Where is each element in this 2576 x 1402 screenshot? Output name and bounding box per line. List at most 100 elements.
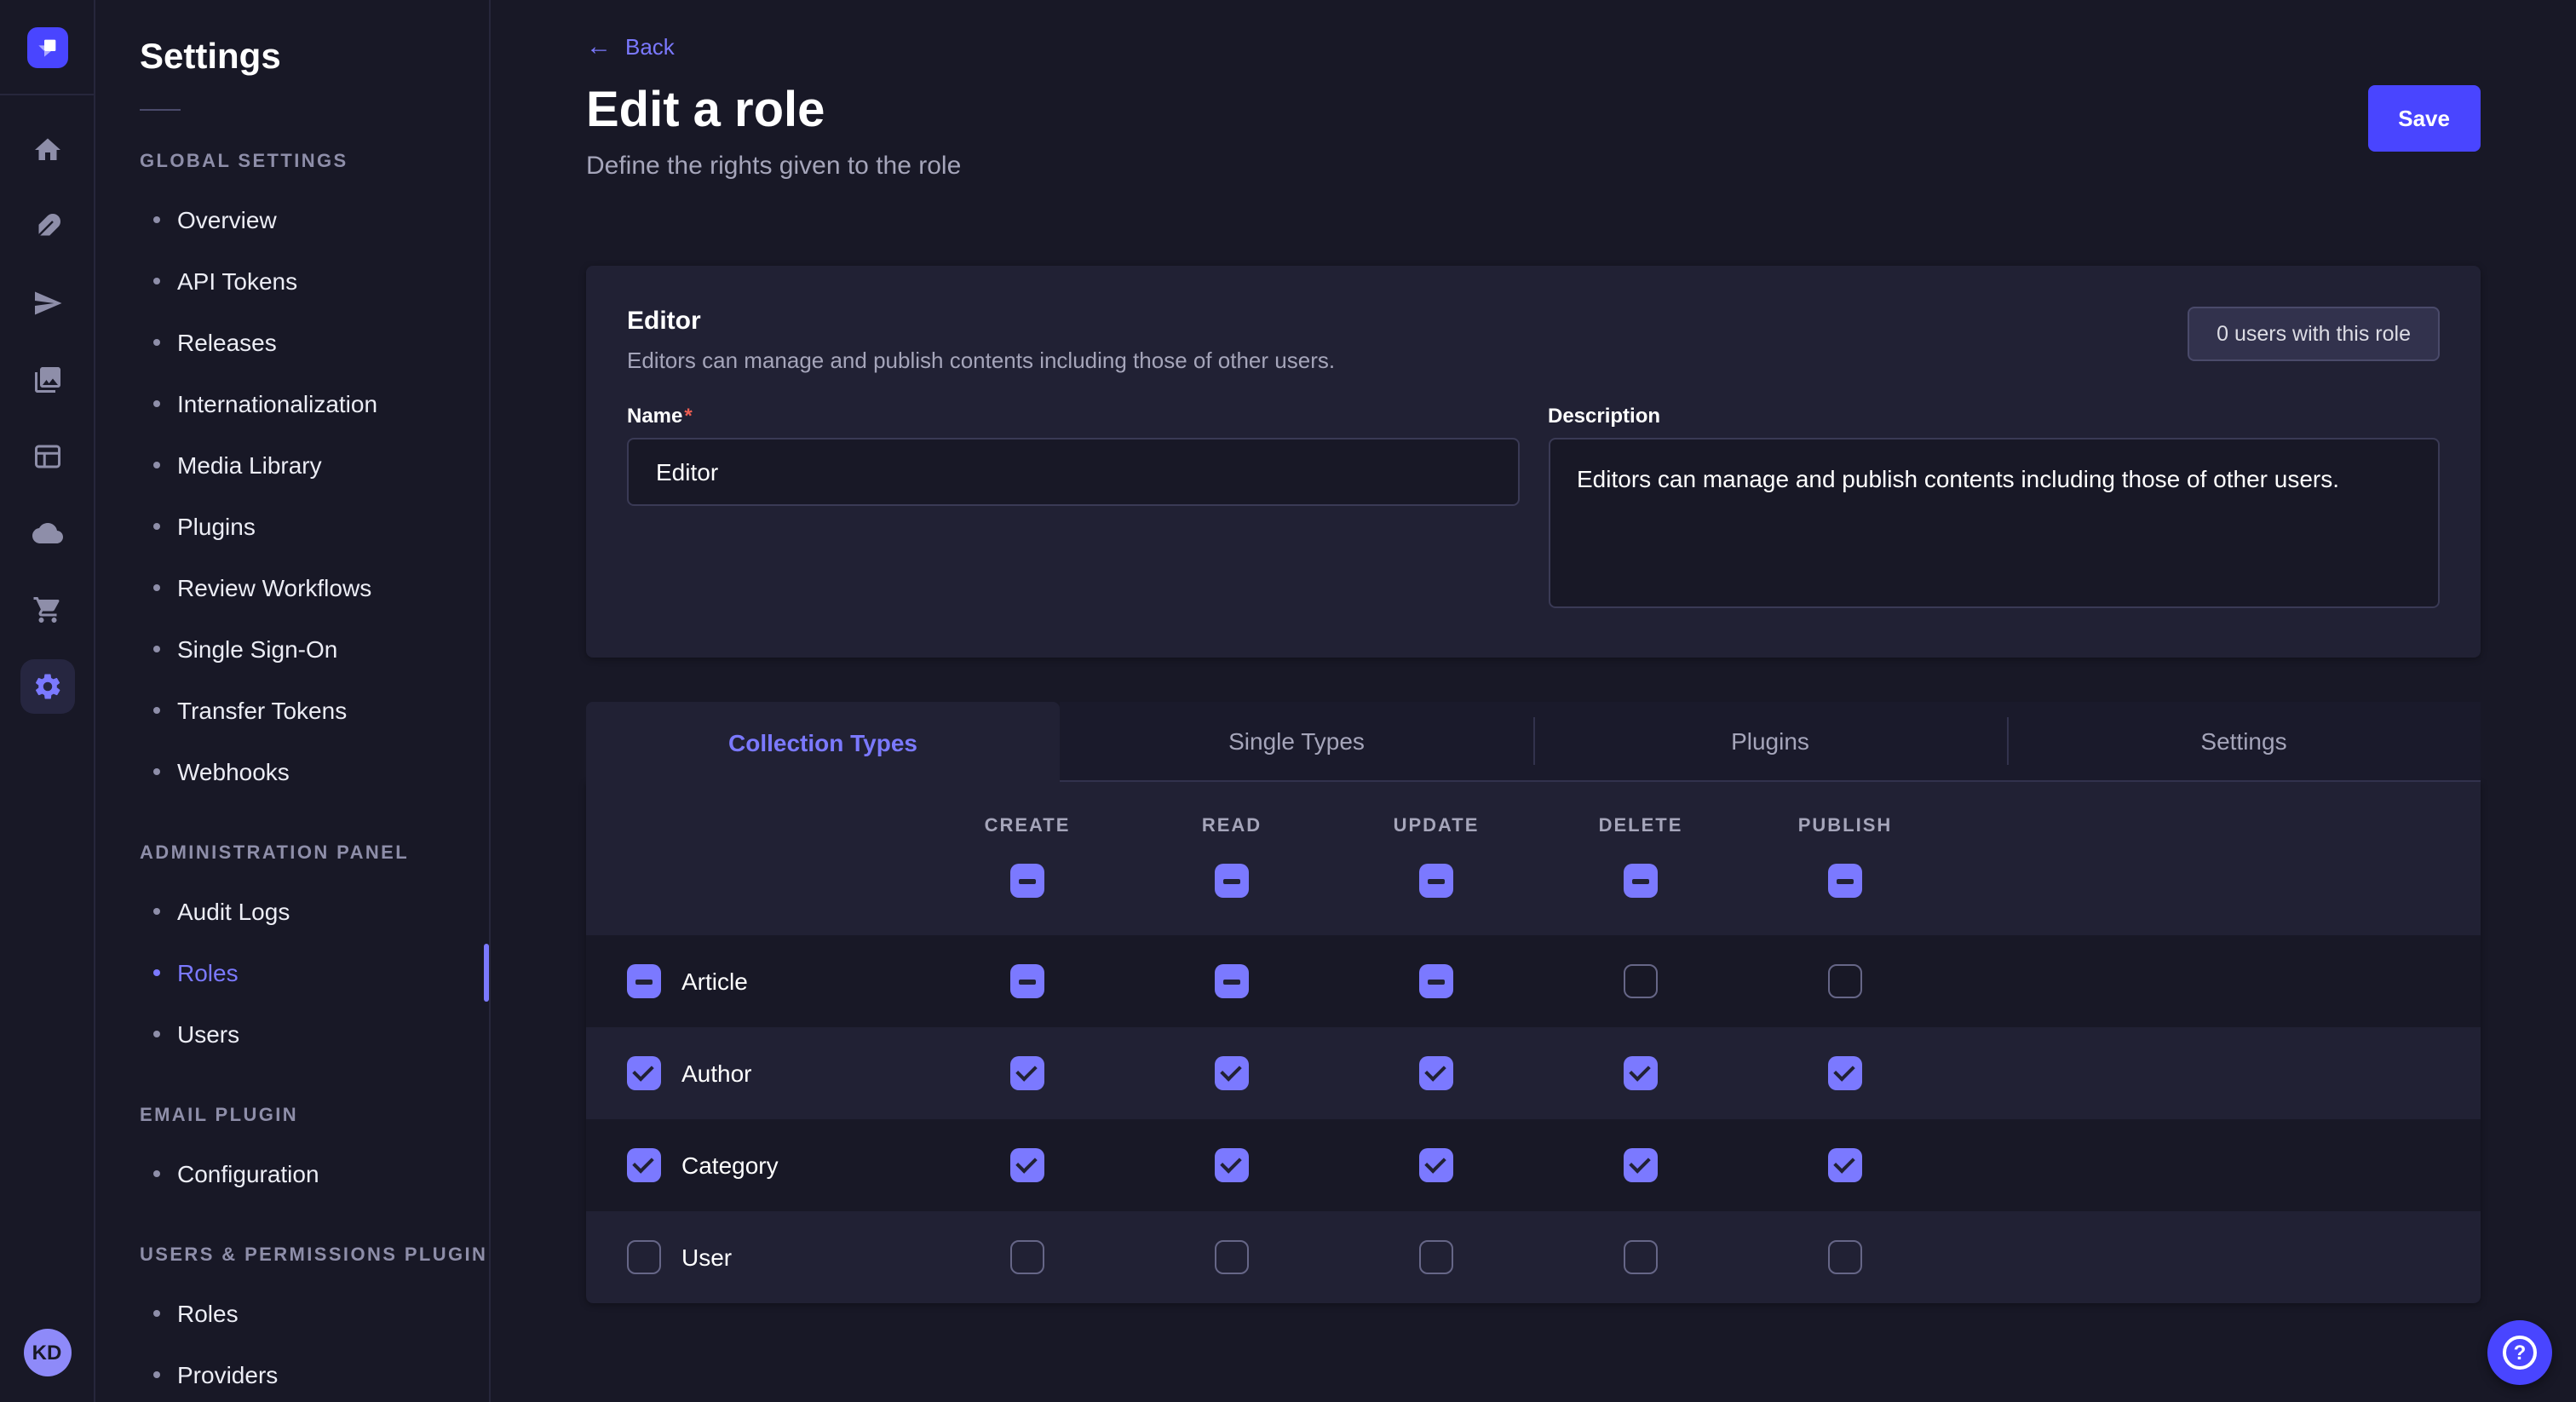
- nav-content-manager[interactable]: [20, 429, 74, 484]
- user-read-checkbox[interactable]: [1215, 1240, 1249, 1274]
- row-select-checkbox[interactable]: [627, 1148, 661, 1182]
- feather-icon: [32, 211, 62, 242]
- author-delete-checkbox[interactable]: [1624, 1056, 1658, 1090]
- table-row-author: Author: [586, 1027, 2481, 1119]
- sidebar-item-label: Users: [177, 1020, 239, 1048]
- tab-plugins[interactable]: Plugins: [1533, 702, 2007, 782]
- select-all-update-checkbox[interactable]: [1419, 864, 1453, 898]
- sidebar-item-label: Internationalization: [177, 390, 377, 417]
- select-all-create-checkbox[interactable]: [1010, 864, 1044, 898]
- role-description-textarea[interactable]: Editors can manage and publish contents …: [1548, 438, 2440, 608]
- select-all-publish-checkbox[interactable]: [1828, 864, 1862, 898]
- users-with-role-button[interactable]: 0 users with this role: [2188, 307, 2440, 361]
- required-asterisk: *: [684, 404, 692, 428]
- bullet-icon: [153, 1310, 160, 1317]
- sidebar-title: Settings: [95, 0, 489, 78]
- category-create-checkbox[interactable]: [1010, 1148, 1044, 1182]
- sidebar-item-releases[interactable]: Releases: [95, 312, 489, 373]
- row-select-checkbox[interactable]: [627, 964, 661, 998]
- article-create-checkbox[interactable]: [1010, 964, 1044, 998]
- role-name-input[interactable]: [627, 438, 1519, 506]
- bullet-icon: [153, 584, 160, 591]
- section-users-permissions-plugin: Users & Permissions plugin: [140, 1245, 489, 1266]
- article-read-checkbox[interactable]: [1215, 964, 1249, 998]
- sidebar-item-transfer-tokens[interactable]: Transfer Tokens: [95, 680, 489, 741]
- bullet-icon: [153, 908, 160, 915]
- name-field-group: Name*: [627, 404, 1519, 617]
- user-create-checkbox[interactable]: [1010, 1240, 1044, 1274]
- strapi-logo[interactable]: [26, 26, 67, 67]
- user-publish-checkbox[interactable]: [1828, 1240, 1862, 1274]
- bullet-icon: [153, 216, 160, 223]
- nav-home[interactable]: [20, 123, 74, 177]
- user-delete-checkbox[interactable]: [1624, 1240, 1658, 1274]
- tab-collection-types[interactable]: Collection Types: [586, 702, 1060, 782]
- nav-content-type-builder[interactable]: [20, 199, 74, 254]
- sidebar-item-overview[interactable]: Overview: [95, 189, 489, 250]
- column-header-create: Create: [925, 816, 1130, 864]
- user-update-checkbox[interactable]: [1419, 1240, 1453, 1274]
- select-all-delete-checkbox[interactable]: [1624, 864, 1658, 898]
- author-read-checkbox[interactable]: [1215, 1056, 1249, 1090]
- email-plugin-list: Configuration: [95, 1143, 489, 1204]
- user-avatar[interactable]: KD: [23, 1329, 71, 1376]
- bullet-icon: [153, 400, 160, 407]
- sidebar-item-admin-users[interactable]: Users: [95, 1003, 489, 1065]
- help-button[interactable]: ?: [2487, 1320, 2552, 1385]
- sidebar-item-media-library[interactable]: Media Library: [95, 434, 489, 496]
- settings-sidebar: Settings Global Settings Overview API To…: [95, 0, 491, 1402]
- sidebar-item-up-roles[interactable]: Roles: [95, 1283, 489, 1344]
- nav-deploy[interactable]: [20, 276, 74, 330]
- sidebar-item-configuration[interactable]: Configuration: [95, 1143, 489, 1204]
- sidebar-item-up-providers[interactable]: Providers: [95, 1344, 489, 1402]
- nav-settings[interactable]: [20, 659, 74, 714]
- category-update-checkbox[interactable]: [1419, 1148, 1453, 1182]
- bullet-icon: [153, 1170, 160, 1177]
- sidebar-item-review-workflows[interactable]: Review Workflows: [95, 557, 489, 618]
- tab-settings[interactable]: Settings: [2007, 702, 2481, 782]
- sidebar-item-api-tokens[interactable]: API Tokens: [95, 250, 489, 312]
- permissions-panel: Collection Types Single Types Plugins Se…: [586, 702, 2481, 1303]
- active-indicator: [484, 944, 489, 1002]
- page-subtitle: Define the rights given to the role: [586, 152, 2481, 181]
- role-description-text: Editors can manage and publish contents …: [627, 348, 1335, 373]
- bullet-icon: [153, 278, 160, 284]
- category-read-checkbox[interactable]: [1215, 1148, 1249, 1182]
- article-publish-checkbox[interactable]: [1828, 964, 1862, 998]
- article-update-checkbox[interactable]: [1419, 964, 1453, 998]
- row-label: Category: [681, 1152, 779, 1179]
- article-delete-checkbox[interactable]: [1624, 964, 1658, 998]
- sidebar-item-internationalization[interactable]: Internationalization: [95, 373, 489, 434]
- sidebar-item-webhooks[interactable]: Webhooks: [95, 741, 489, 802]
- sidebar-item-label: Roles: [177, 959, 239, 986]
- row-select-checkbox[interactable]: [627, 1240, 661, 1274]
- back-link[interactable]: ← Back: [586, 34, 675, 60]
- category-delete-checkbox[interactable]: [1624, 1148, 1658, 1182]
- sidebar-item-label: Single Sign-On: [177, 635, 337, 663]
- nav-cloud[interactable]: [20, 506, 74, 560]
- permissions-table-header: Create Read Update Delete Publish: [586, 782, 2481, 935]
- row-select-checkbox[interactable]: [627, 1056, 661, 1090]
- sidebar-item-single-sign-on[interactable]: Single Sign-On: [95, 618, 489, 680]
- author-publish-checkbox[interactable]: [1828, 1056, 1862, 1090]
- select-all-read-checkbox[interactable]: [1215, 864, 1249, 898]
- sidebar-item-admin-roles[interactable]: Roles: [95, 942, 489, 1003]
- column-header-read: Read: [1130, 816, 1334, 864]
- table-row-user: User: [586, 1211, 2481, 1303]
- author-update-checkbox[interactable]: [1419, 1056, 1453, 1090]
- tab-single-types[interactable]: Single Types: [1060, 702, 1533, 782]
- table-row-article: Article: [586, 935, 2481, 1027]
- sidebar-item-label: Roles: [177, 1300, 239, 1327]
- sidebar-item-label: Providers: [177, 1361, 278, 1388]
- save-button[interactable]: Save: [2367, 85, 2481, 152]
- sidebar-item-label: Plugins: [177, 513, 256, 540]
- category-publish-checkbox[interactable]: [1828, 1148, 1862, 1182]
- global-settings-list: Overview API Tokens Releases Internation…: [95, 189, 489, 802]
- sidebar-item-audit-logs[interactable]: Audit Logs: [95, 881, 489, 942]
- author-create-checkbox[interactable]: [1010, 1056, 1044, 1090]
- nav-marketplace[interactable]: [20, 583, 74, 637]
- sidebar-item-plugins[interactable]: Plugins: [95, 496, 489, 557]
- bullet-icon: [153, 1371, 160, 1378]
- home-icon: [32, 135, 62, 165]
- nav-media-library[interactable]: [20, 353, 74, 407]
